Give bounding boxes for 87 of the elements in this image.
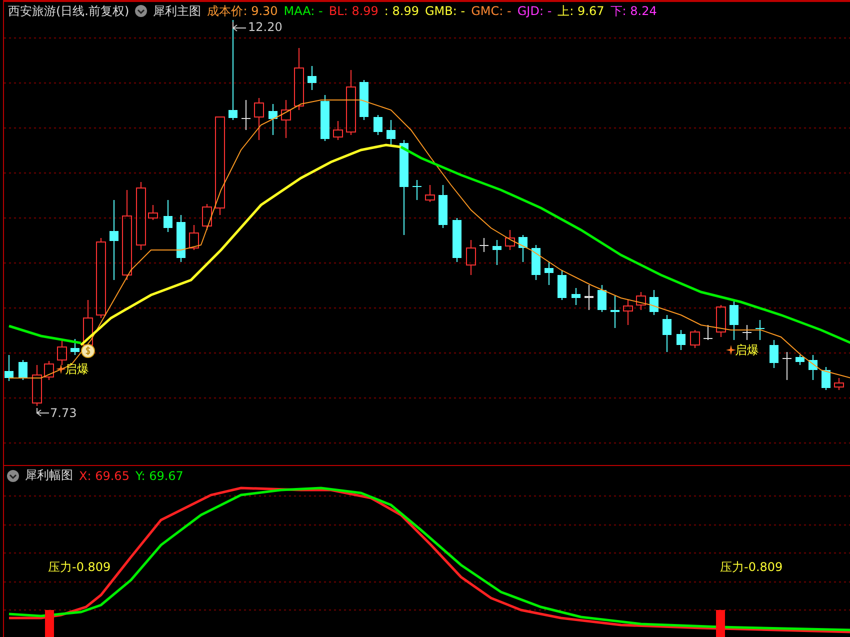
candlestick [782, 352, 792, 380]
candlestick [572, 288, 580, 306]
candlestick [438, 184, 448, 228]
candlestick [4, 354, 14, 382]
candlestick [202, 204, 212, 230]
candlestick [136, 182, 146, 250]
low-price-arrow [36, 408, 50, 416]
dropdown-icon[interactable] [7, 470, 19, 482]
candlestick [730, 300, 738, 340]
indicator-value: 成本价: 9.30 [207, 2, 278, 20]
candlestick [466, 240, 476, 276]
candlestick [584, 284, 594, 310]
candlestick [164, 200, 172, 232]
candlestick [176, 214, 186, 262]
security-title: 西安旅游(日线.前复权) [8, 2, 130, 20]
candlestick [333, 120, 343, 140]
candlestick [44, 360, 54, 380]
indicator-title[interactable]: 犀利主图 [153, 2, 202, 20]
candlestick [822, 366, 830, 390]
candlestick [610, 296, 620, 328]
candlestick [346, 70, 356, 136]
indicator-value: GMB: - [425, 4, 466, 18]
indicator-title[interactable]: 犀利幅图 [25, 467, 73, 484]
candlestick [796, 354, 804, 366]
indicator-value: BL: 8.99 [328, 4, 378, 18]
signal-bar [45, 610, 54, 637]
pressure-label: 压力-0.809 [48, 559, 111, 576]
candlestick [690, 330, 700, 348]
candlestick [636, 292, 646, 310]
candlestick [268, 104, 278, 136]
candlestick [189, 224, 199, 250]
candlestick [704, 324, 712, 340]
candlestick [544, 262, 554, 286]
money-bag-icon [80, 342, 96, 358]
candlestick [374, 114, 382, 136]
candlestick [492, 240, 502, 266]
indicator-value: MAA: - [284, 4, 323, 18]
spark-icon [56, 364, 66, 374]
indicator-value: : 8.99 [384, 4, 419, 18]
indicator-value: 上: 9.67 [558, 2, 604, 20]
candlestick [650, 290, 658, 316]
indicator-value: X: 69.65 [79, 468, 130, 482]
candlestick [834, 378, 844, 390]
candlestick [480, 238, 488, 252]
candlestick [623, 300, 633, 326]
indicator-value: 下: 8.24 [610, 2, 657, 20]
indicator-value: Y: 69.67 [135, 468, 184, 482]
pressure-label: 压力-0.809 [720, 559, 783, 576]
indicator-value: GMC: - [471, 4, 512, 18]
candlestick [57, 340, 67, 366]
candlestick [308, 66, 316, 90]
candlestick [808, 354, 818, 380]
indicator-value: GJD: - [517, 4, 552, 18]
dropdown-icon[interactable] [135, 5, 148, 17]
candlestick [716, 304, 726, 338]
candlestick [83, 300, 93, 348]
candlestick [294, 48, 304, 110]
candlestick [532, 244, 540, 280]
candlestick [756, 320, 764, 340]
low-price-label: 7.73 [50, 406, 77, 420]
high-price-arrow [232, 22, 246, 32]
candlestick [558, 270, 566, 300]
candlestick [320, 94, 330, 142]
candlestick [452, 218, 462, 262]
candlestick [32, 364, 42, 406]
signal-bar [716, 610, 725, 637]
candlestick [148, 204, 158, 220]
signal-label: 启爆 [735, 342, 759, 359]
candlestick [662, 314, 672, 352]
high-price-label: 12.20 [248, 20, 282, 34]
candlestick [425, 184, 435, 202]
candlestick [360, 80, 368, 120]
candlestick [598, 284, 606, 312]
candlestick [70, 338, 80, 356]
candlestick [18, 360, 28, 380]
candlestick [281, 100, 291, 138]
candlestick [242, 100, 250, 130]
candlestick [386, 120, 396, 146]
candlestick [518, 234, 528, 262]
spark-icon [726, 345, 736, 355]
signal-label: 启爆 [65, 361, 89, 378]
candlestick [505, 230, 515, 250]
candlestick [676, 330, 686, 350]
candlestick [742, 324, 752, 340]
candlestick [770, 340, 778, 368]
candlestick [412, 180, 422, 200]
candlestick [254, 98, 264, 140]
